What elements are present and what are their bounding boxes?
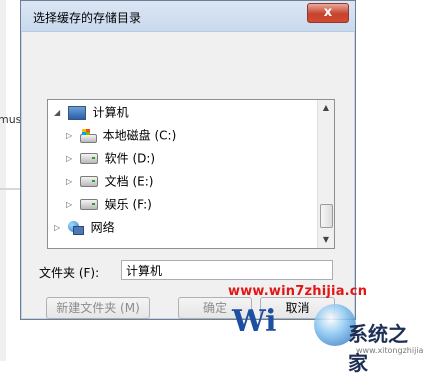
computer-icon: [67, 105, 86, 120]
close-icon: x: [323, 5, 333, 20]
tree-item-label: 娱乐 (F:): [104, 197, 152, 212]
tree-item-drive-c[interactable]: ▷ 本地磁盘 (C:): [66, 125, 176, 145]
tree-item-computer[interactable]: ◢ 计算机: [54, 102, 129, 122]
background-window-edge: [0, 0, 6, 361]
scrollbar-thumb[interactable]: [320, 204, 333, 228]
scroll-up-arrow-icon[interactable]: ▲: [318, 100, 334, 116]
tree-item-label: 本地磁盘 (C:): [102, 128, 177, 143]
select-cache-folder-dialog: 选择缓存的存储目录 x ◢ 计算机 ▷ 本地磁盘 (C:) ▷ 软件 (D:) …: [20, 0, 356, 320]
background-divider: [0, 188, 20, 190]
drive-icon: [79, 153, 98, 164]
tree-item-label: 计算机: [92, 105, 129, 120]
tree-item-label: 网络: [90, 220, 115, 235]
tree-item-drive-f[interactable]: ▷ 娱乐 (F:): [66, 194, 152, 214]
collapse-arrow-icon[interactable]: ◢: [54, 103, 64, 123]
expand-arrow-icon[interactable]: ▷: [54, 218, 64, 238]
network-icon: [67, 220, 84, 235]
tree-item-label: 软件 (D:): [104, 151, 156, 166]
tree-item-drive-e[interactable]: ▷ 文档 (E:): [66, 171, 153, 191]
tree-item-drive-d[interactable]: ▷ 软件 (D:): [66, 148, 155, 168]
scroll-down-arrow-icon[interactable]: ▼: [318, 232, 334, 248]
drive-icon: [79, 176, 98, 187]
watermark-logo: Wi 系统之家 www.xitongzhijia.net: [228, 300, 424, 375]
dialog-titlebar: 选择缓存的存储目录 x: [21, 1, 355, 32]
tree-scrollbar[interactable]: ▲ ▼: [317, 100, 334, 248]
system-drive-icon: [79, 128, 97, 143]
folder-field-label: 文件夹 (F):: [39, 266, 100, 280]
expand-arrow-icon[interactable]: ▷: [66, 172, 76, 192]
new-folder-button[interactable]: 新建文件夹 (M): [46, 297, 150, 319]
dialog-title: 选择缓存的存储目录: [33, 11, 142, 25]
drive-icon: [79, 199, 98, 210]
tree-item-network[interactable]: ▷ 网络: [54, 217, 115, 237]
watermark-logo-letters: Wi: [232, 304, 277, 339]
expand-arrow-icon[interactable]: ▷: [66, 149, 76, 169]
expand-arrow-icon[interactable]: ▷: [66, 126, 76, 146]
watermark-url: www.win7zhijia.cn: [228, 284, 368, 299]
expand-arrow-icon[interactable]: ▷: [66, 195, 76, 215]
folder-input[interactable]: [121, 260, 333, 280]
folder-tree[interactable]: ◢ 计算机 ▷ 本地磁盘 (C:) ▷ 软件 (D:) ▷ 文档 (E:) ▷ …: [47, 99, 335, 249]
tree-item-label: 文档 (E:): [104, 174, 154, 189]
close-button[interactable]: x: [307, 3, 349, 23]
watermark-small-url: www.xitongzhijia.net: [356, 346, 424, 355]
